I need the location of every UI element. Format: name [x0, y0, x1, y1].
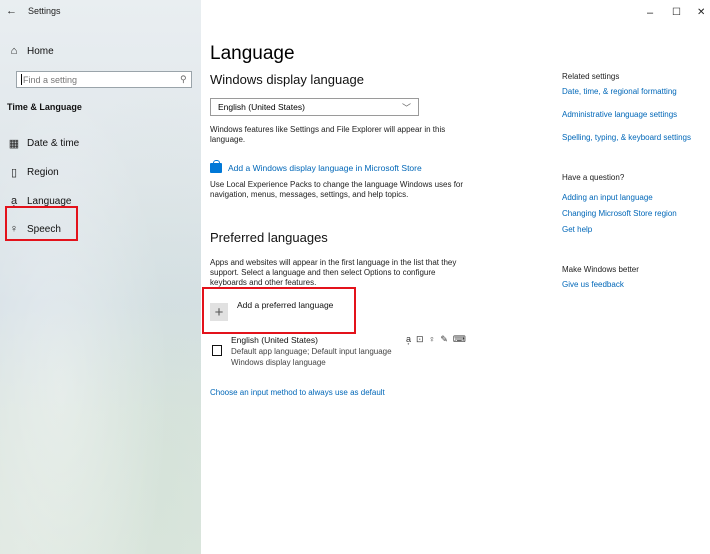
speech-recognition-icon: ♀	[428, 334, 436, 344]
region-icon: ▯	[10, 167, 18, 179]
sidebar-item-speech[interactable]: ♀ Speech	[7, 223, 61, 235]
preferred-languages-heading: Preferred languages	[210, 230, 328, 245]
sidebar-item-language[interactable]: a͙ Language	[7, 195, 72, 207]
add-language-label: Add a preferred language	[237, 300, 334, 310]
language-glyph-icon	[212, 345, 222, 356]
language-detail: Windows display language	[231, 358, 326, 367]
search-input[interactable]: Find a setting ⚲	[16, 71, 192, 88]
help-link[interactable]: Changing Microsoft Store region	[562, 209, 677, 218]
sidebar-item-label: Speech	[27, 223, 61, 235]
minimize-button[interactable]: –	[647, 7, 653, 19]
add-language-button[interactable]: + Add a preferred language	[210, 294, 333, 321]
sidebar-item-label: Home	[27, 45, 54, 57]
help-link[interactable]: Adding an input language	[562, 193, 653, 202]
chevron-down-icon: ﹀	[401, 102, 411, 113]
title-bar: ← Settings	[6, 5, 61, 17]
handwriting-icon: ✎	[440, 334, 448, 344]
feedback-heading: Make Windows better	[562, 265, 639, 274]
language-pack-icon: a͙	[406, 334, 412, 344]
language-feature-icons: a͙ ⊡ ♀ ✎ ⌨	[406, 334, 466, 345]
dropdown-value: English (United States)	[218, 102, 305, 112]
sidebar-item-home[interactable]: ⌂ Home	[7, 45, 54, 57]
language-detail: Default app language; Default input lang…	[231, 347, 392, 356]
window-title: Settings	[28, 6, 61, 16]
close-button[interactable]: ✕	[697, 7, 705, 18]
local-experience-text: Use Local Experience Packs to change the…	[210, 180, 464, 199]
related-link[interactable]: Date, time, & regional formatting	[562, 87, 677, 96]
maximize-button[interactable]: ☐	[672, 7, 681, 18]
help-link[interactable]: Get help	[562, 225, 592, 234]
input-method-link[interactable]: Choose an input method to always use as …	[210, 388, 385, 397]
page-title: Language	[210, 43, 295, 64]
display-language-description: Windows features like Settings and File …	[210, 125, 446, 144]
text-cursor	[21, 74, 22, 85]
related-link[interactable]: Spelling, typing, & keyboard settings	[562, 133, 691, 142]
display-language-dropdown[interactable]: English (United States) ﹀	[210, 98, 419, 116]
related-link[interactable]: Administrative language settings	[562, 110, 677, 119]
store-link[interactable]: Add a Windows display language in Micros…	[210, 160, 422, 173]
store-link-label: Add a Windows display language in Micros…	[228, 163, 422, 173]
text-to-speech-icon: ⊡	[416, 334, 424, 344]
feedback-link[interactable]: Give us feedback	[562, 280, 624, 289]
language-icon: a͙	[10, 195, 18, 207]
sidebar-item-label: Date & time	[27, 138, 80, 149]
preferred-description: Apps and websites will appear in the fir…	[210, 258, 457, 287]
language-list-item[interactable]: English (United States) Default app lang…	[210, 334, 490, 374]
display-language-heading: Windows display language	[210, 72, 364, 87]
store-icon	[210, 160, 222, 173]
calendar-clock-icon: ▦	[8, 138, 20, 150]
back-arrow-icon[interactable]: ←	[6, 5, 22, 17]
sidebar-item-region[interactable]: ▯ Region	[7, 166, 59, 179]
keyboard-icon: ⌨	[452, 334, 466, 344]
sidebar-item-label: Region	[27, 167, 59, 178]
section-title: Time & Language	[7, 102, 82, 112]
search-placeholder: Find a setting	[23, 74, 78, 85]
sidebar-item-label: Language	[27, 195, 72, 207]
search-icon[interactable]: ⚲	[180, 74, 187, 85]
related-settings-heading: Related settings	[562, 72, 620, 81]
plus-icon: +	[210, 303, 228, 321]
main-content: Language Windows display language Englis…	[210, 0, 550, 554]
language-name: English (United States)	[231, 335, 318, 345]
microphone-icon: ♀	[9, 223, 19, 235]
question-heading: Have a question?	[562, 173, 625, 182]
sidebar-item-date-time[interactable]: ▦ Date & time	[7, 137, 79, 150]
home-icon: ⌂	[10, 45, 18, 57]
